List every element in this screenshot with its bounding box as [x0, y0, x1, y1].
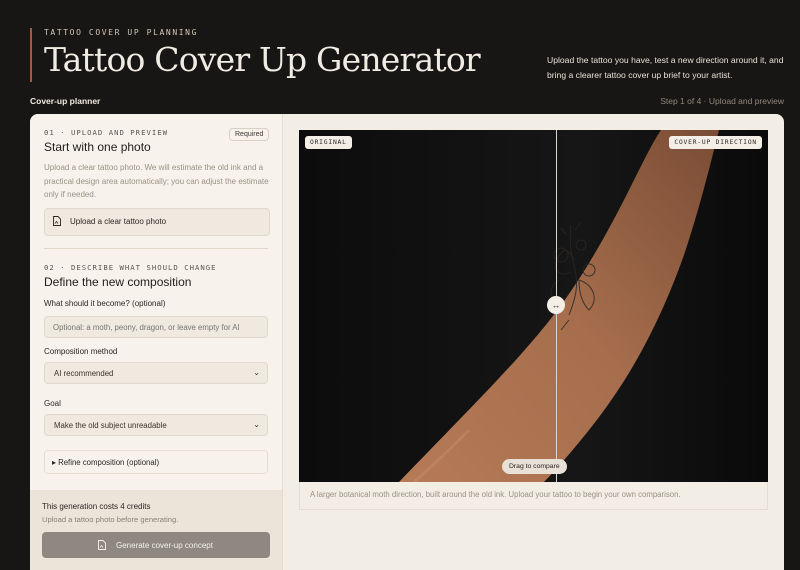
- hero-accent-bar: [30, 28, 32, 82]
- generate-label: Generate cover-up concept: [116, 541, 213, 550]
- section-1-description: Upload a clear tattoo photo. We will est…: [44, 163, 269, 199]
- tattoo-arm-photo: [299, 130, 768, 482]
- hero-eyebrow: TATTOO COVER UP PLANNING: [44, 28, 198, 37]
- section-2-title: Define the new composition: [44, 275, 192, 289]
- goal-select[interactable]: Make the old subject unreadable ⌄: [44, 414, 268, 436]
- file-image-icon: [53, 216, 61, 226]
- planner-label: Cover-up planner: [30, 96, 101, 106]
- chevron-down-icon: ⌄: [253, 368, 260, 377]
- section-1-tag: 01 · UPLOAD AND PREVIEW: [44, 128, 169, 137]
- become-label: What should it become? (optional): [44, 299, 166, 308]
- section-divider: [44, 248, 268, 249]
- generate-hint: Upload a tattoo photo before generating.: [42, 515, 179, 524]
- cover-up-direction-tag: COVER-UP DIRECTION: [669, 136, 762, 149]
- drag-handle-icon[interactable]: ↔: [547, 296, 565, 314]
- upload-photo-label: Upload a clear tattoo photo: [70, 217, 167, 226]
- section-2-tag: 02 · DESCRIBE WHAT SHOULD CHANGE: [44, 263, 217, 272]
- become-input[interactable]: [44, 316, 268, 338]
- credit-cost: This generation costs 4 credits: [42, 502, 151, 511]
- section-1-title: Start with one photo: [44, 140, 151, 154]
- file-image-icon: [98, 540, 106, 550]
- planner-card: 01 · UPLOAD AND PREVIEW Required Start w…: [30, 114, 784, 570]
- form-panel: 01 · UPLOAD AND PREVIEW Required Start w…: [30, 114, 283, 490]
- generate-footer: This generation costs 4 credits Upload a…: [30, 490, 283, 570]
- method-label: Composition method: [44, 347, 118, 356]
- chevron-down-icon: ⌄: [253, 420, 260, 429]
- refine-label: ▸ Refine composition (optional): [52, 458, 160, 467]
- required-badge: Required: [229, 128, 270, 141]
- original-tag: ORIGINAL: [305, 136, 352, 149]
- refine-composition-toggle[interactable]: ▸ Refine composition (optional): [44, 450, 268, 474]
- generate-button[interactable]: Generate cover-up concept: [42, 532, 270, 558]
- method-value: AI recommended: [54, 369, 114, 378]
- hero-intro: Upload the tattoo you have, test a new d…: [547, 55, 784, 80]
- upload-photo-button[interactable]: Upload a clear tattoo photo: [44, 208, 270, 236]
- drag-to-compare-pill[interactable]: Drag to compare: [502, 459, 567, 474]
- page-title: Tattoo Cover Up Generator: [44, 40, 481, 79]
- goal-value: Make the old subject unreadable: [54, 421, 167, 430]
- preview-caption: A larger botanical moth direction, built…: [299, 482, 768, 510]
- step-indicator: Step 1 of 4 · Upload and preview: [660, 96, 784, 106]
- method-select[interactable]: AI recommended ⌄: [44, 362, 268, 384]
- goal-label: Goal: [44, 399, 61, 408]
- preview-caption-text: A larger botanical moth direction, built…: [310, 490, 681, 499]
- comparison-preview[interactable]: ORIGINAL COVER-UP DIRECTION ↔ Drag to co…: [299, 130, 768, 482]
